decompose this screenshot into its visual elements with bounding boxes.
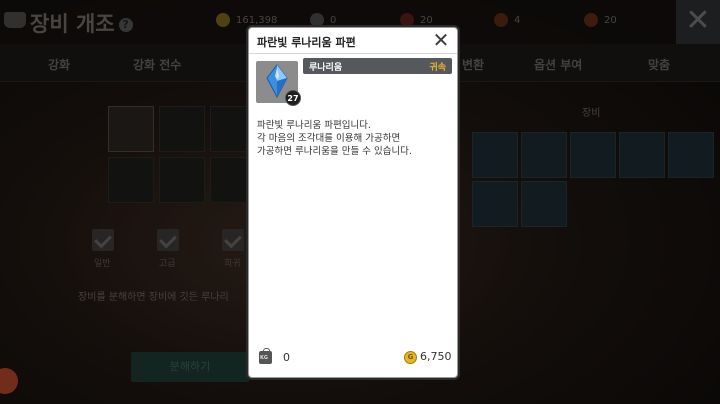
item-count-badge: 27 — [285, 90, 301, 106]
weight-icon — [259, 348, 272, 364]
item-weight: 0 — [283, 351, 290, 364]
item-type-bar: 루나리움 귀속 — [303, 58, 452, 74]
item-price: 6,750 — [420, 350, 452, 363]
divider — [249, 53, 457, 54]
dialog-title: 파란빛 루나리움 파편 — [257, 36, 356, 49]
item-category: 루나리움 — [309, 63, 343, 73]
item-description: 파란빛 루나리움 파편입니다. 각 마음의 조각대를 이용해 가공하면 가공하면… — [257, 119, 453, 158]
gold-coin-icon: G — [404, 351, 417, 364]
description-line: 각 마음의 조각대를 이용해 가공하면 — [257, 133, 401, 144]
item-slot: 27 — [256, 61, 301, 106]
description-line: 파란빛 루나리움 파편입니다. — [257, 120, 371, 131]
description-line: 가공하면 루나리움을 만들 수 있습니다. — [257, 146, 412, 157]
close-icon[interactable]: ✕ — [430, 30, 452, 52]
item-info-dialog: 파란빛 루나리움 파편 ✕ 27 루나리움 귀속 파란빛 루나리움 파편입니다.… — [248, 27, 458, 378]
item-bind-status: 귀속 — [429, 63, 446, 73]
